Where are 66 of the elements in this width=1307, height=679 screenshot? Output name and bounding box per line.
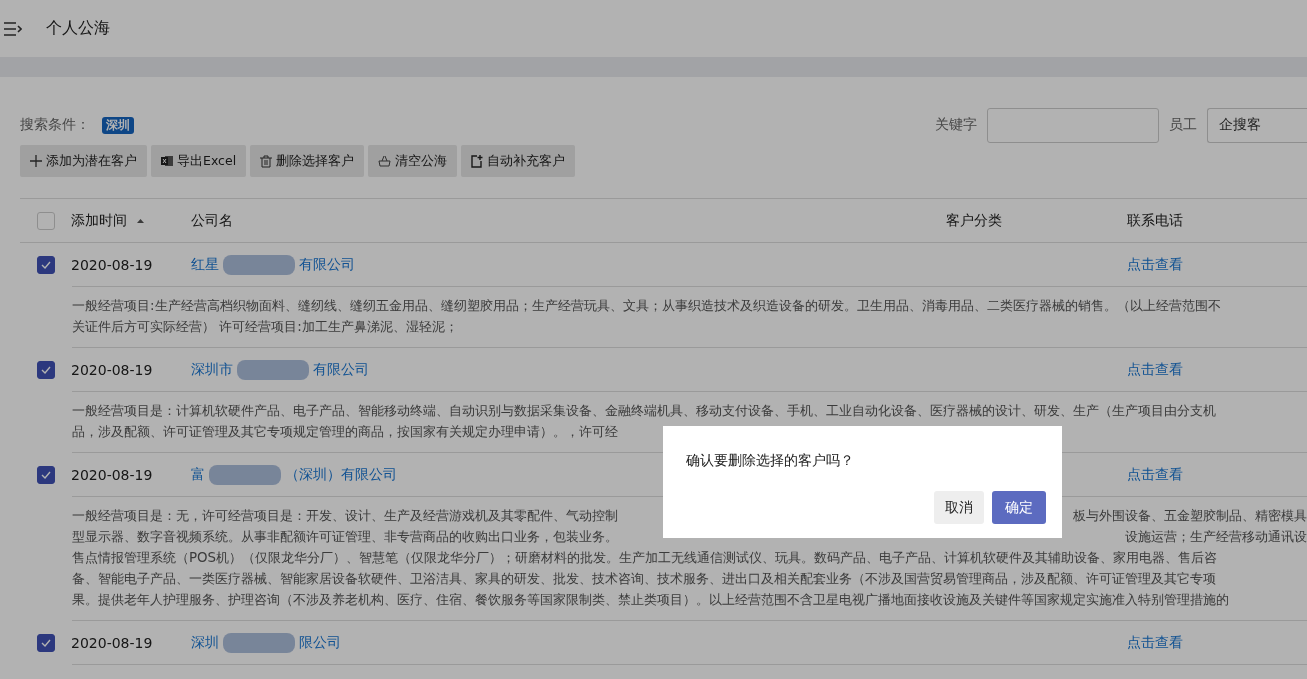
business-scope-text: 一般经营项目是：计算机软硬件产品、电子产品、智能移动终端、自动识别与数据采集设备、金融终端机具、移动支付设备、手机、工业自动化设备、医疗器械的设计、研发、生产（生产项目由分支机: [72, 402, 1216, 420]
dialog-message: 确认要删除选择的客户吗？: [686, 452, 855, 470]
business-scope-text: 售点情报管理系统（POS机）（仅限龙华分厂）、智慧笔（仅限龙华分厂）；研磨材料的批发。生产加工无线通信测试仪、玩具。数码产品、电子产品、计算机软硬件及其辅助设备、家用电器、售后咨: [72, 549, 1218, 567]
confirm-button[interactable]: 确定: [992, 491, 1046, 524]
check-icon: [40, 260, 51, 269]
toolbar-button[interactable]: 导出Excel: [151, 145, 247, 177]
filter-tag[interactable]: 深圳: [102, 116, 134, 134]
menu-icon[interactable]: [4, 21, 22, 36]
company-name-link[interactable]: 深圳: [191, 633, 219, 652]
business-scope-text: 一般经营项目:生产经营高档织物面料、缝纫线、缝纫五金用品、缝纫塑胶用品；生产经营玩具、文具；从事织造技术及织造设备的研发。卫生用品、消毒用品、二类医疗器械的销售。（以上经营范围不: [72, 297, 1221, 315]
cancel-button[interactable]: 取消: [934, 491, 984, 524]
redaction-blur: [223, 632, 295, 653]
sort-ascending-icon[interactable]: [137, 218, 144, 223]
toolbar-button[interactable]: 添加为潜在客户: [20, 145, 147, 177]
plus-icon: [30, 155, 42, 167]
column-header: 联系电话: [1127, 211, 1183, 228]
date-cell: 2020-08-19: [71, 361, 153, 378]
toolbar-button[interactable]: 清空公海: [368, 145, 458, 177]
row-checkbox[interactable]: [36, 465, 55, 484]
view-phone-link[interactable]: 点击查看: [1127, 360, 1183, 377]
toolbar-button[interactable]: 删除选择客户: [250, 145, 365, 177]
business-scope-text: 品，涉及配额、许可证管理及其它专项规定管理的商品，按国家有关规定办理申请）。，许可经: [72, 423, 618, 441]
page-title: 个人公海: [46, 18, 110, 39]
select-all-checkbox[interactable]: [36, 211, 55, 230]
excel-icon: [161, 155, 173, 167]
redaction-blur: [237, 359, 309, 380]
company-name-link[interactable]: 有限公司: [313, 360, 369, 379]
keyword-input[interactable]: [987, 107, 1159, 143]
business-scope-text: 果。提供老年人护理服务、护理咨询（不涉及养老机构、医疗、住宿、餐饮服务等国家限制类、禁止类项目）。以上经营范围不含卫星电视广播地面接收设施及关键件等国家规定实施准入特别管理措施的: [72, 591, 1229, 609]
company-name-link[interactable]: （深圳）有限公司: [285, 465, 397, 484]
check-icon: [40, 365, 51, 374]
search-conditions-label: 搜索条件：: [20, 116, 90, 134]
view-phone-link[interactable]: 点击查看: [1127, 255, 1183, 272]
date-cell: 2020-08-19: [71, 634, 153, 651]
column-header[interactable]: 添加时间: [71, 211, 127, 230]
business-scope-text: 一般经营项目是：无，许可经营项目是：开发、设计、生产及经营游戏机及其零配件、气动控制: [72, 507, 618, 525]
view-phone-link[interactable]: 点击查看: [1127, 465, 1183, 482]
company-name-link[interactable]: 富: [191, 465, 205, 484]
keyword-label: 关键字: [935, 116, 977, 134]
company-name-link[interactable]: 深圳市: [191, 360, 233, 379]
row-checkbox[interactable]: [36, 360, 55, 379]
basket-icon: [378, 155, 392, 167]
company-name-link[interactable]: 有限公司: [299, 255, 355, 274]
business-scope-text: 备、智能电子产品、一类医疗器械、智能家居设备软硬件、卫浴洁具、家具的研发、批发、技术咨询、技术服务、进出口及相关配套业务（不涉及国营贸易管理商品，涉及配额、许可证管理及其它专项: [72, 570, 1216, 588]
company-name-link[interactable]: 限公司: [299, 633, 341, 652]
company-name-link[interactable]: 红星: [191, 255, 219, 274]
business-scope-text: 型显示器、数字音视频系统。从事非配额许可证管理、非专营商品的收购出口业务，包装业务。: [72, 528, 618, 546]
column-header: 公司名: [191, 211, 233, 228]
date-cell: 2020-08-19: [71, 466, 153, 483]
check-icon: [40, 638, 51, 647]
document-plus-icon: [471, 154, 484, 168]
view-phone-link[interactable]: 点击查看: [1127, 633, 1183, 650]
business-scope-text: 设施运营；生产经营移动通讯设: [1125, 528, 1307, 546]
business-scope-text: 板与外围设备、五金塑胶制品、精密模具: [1073, 507, 1307, 525]
business-scope-text: 关证件后方可实际经营） 许可经营项目:加工生产鼻涕泥、湿轻泥；: [72, 318, 458, 336]
date-cell: 2020-08-19: [71, 256, 153, 273]
trash-icon: [260, 154, 273, 168]
toolbar-button[interactable]: 自动补充客户: [461, 145, 576, 177]
check-icon: [40, 470, 51, 479]
redaction-blur: [223, 254, 295, 275]
column-header: 客户分类: [946, 211, 1002, 228]
redaction-blur: [209, 464, 281, 485]
row-checkbox[interactable]: [36, 255, 55, 274]
employee-label: 员工: [1169, 116, 1197, 134]
employee-select[interactable]: 企搜客: [1207, 107, 1307, 143]
row-checkbox[interactable]: [36, 633, 55, 652]
